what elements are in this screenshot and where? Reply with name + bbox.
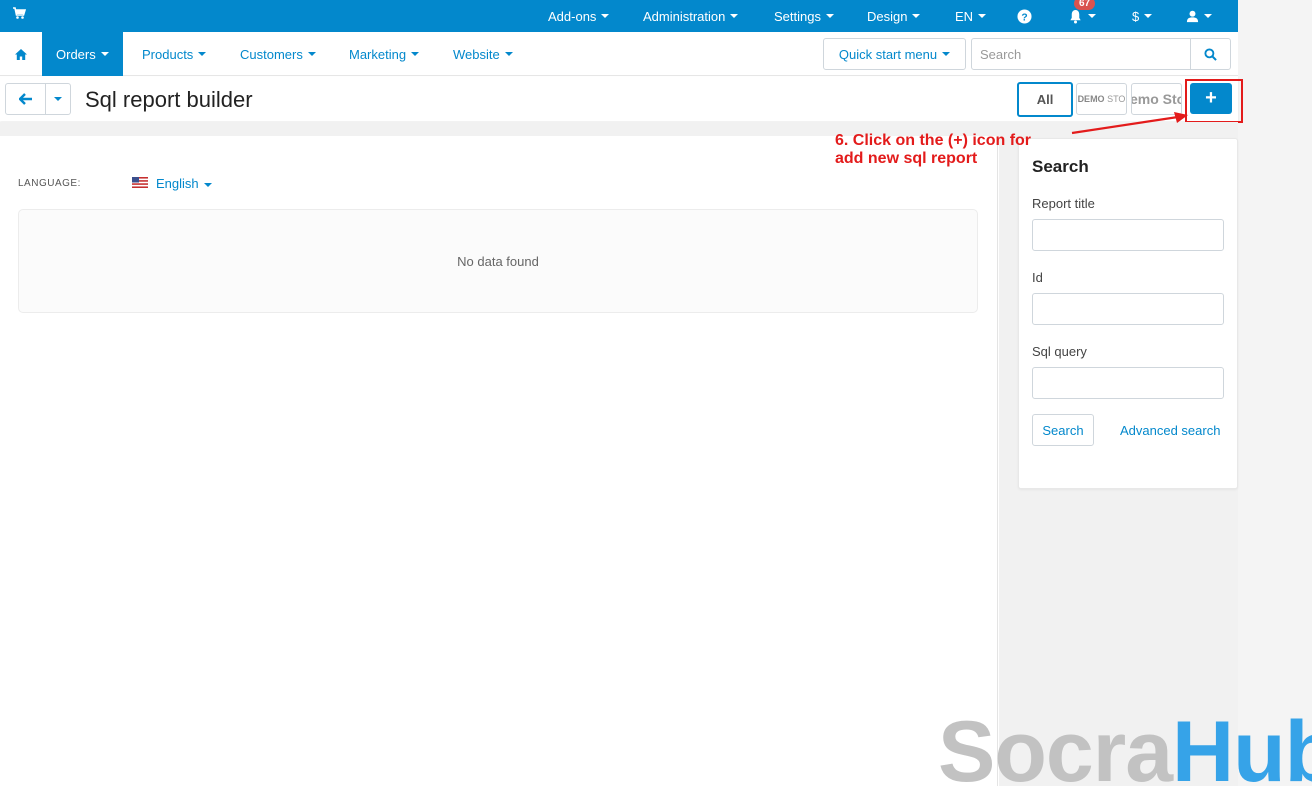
chevron-down-icon bbox=[601, 14, 610, 18]
watermark-part-1: Socra bbox=[938, 704, 1173, 786]
menu-administration[interactable]: Administration bbox=[643, 0, 739, 32]
sql-query-input[interactable] bbox=[1033, 368, 1223, 398]
store1-label-b: STO bbox=[1107, 94, 1126, 104]
us-flag-icon bbox=[132, 177, 148, 188]
no-data-text: No data found bbox=[457, 253, 539, 269]
currency-label: $ bbox=[1132, 8, 1140, 24]
language-label: LANGUAGE: bbox=[18, 178, 81, 189]
outer-background bbox=[1238, 0, 1312, 786]
help-icon: ? bbox=[1017, 8, 1032, 24]
chevron-down-icon bbox=[100, 52, 109, 56]
user-icon bbox=[1186, 10, 1199, 22]
store1-label-a: DEMO bbox=[1077, 94, 1105, 104]
socrahub-watermark: SocraHub bbox=[938, 703, 1312, 786]
nav-customers-label: Customers bbox=[240, 46, 303, 62]
menu-addons[interactable]: Add-ons bbox=[548, 0, 610, 32]
sidebar-search-button[interactable]: Search bbox=[1032, 414, 1094, 446]
chevron-down-icon bbox=[942, 52, 951, 56]
chevron-down-icon bbox=[54, 97, 62, 101]
chevron-down-icon bbox=[730, 14, 739, 18]
chevron-down-icon bbox=[411, 52, 420, 56]
report-title-field bbox=[1032, 219, 1224, 251]
quick-start-menu-button[interactable]: Quick start menu bbox=[823, 38, 966, 70]
search-button[interactable] bbox=[1190, 39, 1230, 69]
nav-orders-label: Orders bbox=[56, 46, 96, 62]
back-dropdown-button[interactable] bbox=[46, 84, 70, 114]
report-title-label: Report title bbox=[1032, 196, 1095, 211]
annotation-arrow-icon bbox=[1071, 112, 1188, 135]
help-button[interactable]: ? bbox=[1017, 0, 1032, 32]
page-title: Sql report builder bbox=[85, 87, 253, 112]
search-panel-title: Search bbox=[1032, 157, 1089, 176]
nav-customers[interactable]: Customers bbox=[240, 32, 316, 76]
nav-products-label: Products bbox=[142, 46, 194, 62]
menu-settings[interactable]: Settings bbox=[774, 0, 834, 32]
chevron-down-icon bbox=[198, 52, 207, 56]
chevron-down-icon bbox=[1088, 14, 1096, 18]
menu-addons-label: Add-ons bbox=[548, 8, 597, 24]
main-nav: Orders Products Customers Marketing Webs… bbox=[0, 32, 1238, 76]
id-label: Id bbox=[1032, 270, 1043, 285]
chevron-down-icon bbox=[203, 182, 212, 187]
chevron-down-icon bbox=[307, 52, 316, 56]
search-input[interactable] bbox=[972, 39, 1190, 69]
empty-state: No data found bbox=[18, 209, 978, 313]
sql-query-label: Sql query bbox=[1032, 344, 1087, 359]
chevron-down-icon bbox=[1204, 14, 1212, 18]
chevron-down-icon bbox=[912, 14, 921, 18]
user-menu[interactable] bbox=[1186, 0, 1212, 32]
id-input[interactable] bbox=[1033, 294, 1223, 324]
svg-text:?: ? bbox=[1021, 12, 1027, 23]
top-bar: Add-ons Administration Settings Design E… bbox=[0, 0, 1238, 32]
nav-marketing-label: Marketing bbox=[349, 46, 407, 62]
nav-website[interactable]: Website bbox=[453, 32, 513, 76]
nav-website-label: Website bbox=[453, 46, 500, 62]
app-root: Add-ons Administration Settings Design E… bbox=[0, 0, 1312, 786]
nav-orders[interactable]: Orders bbox=[42, 32, 123, 76]
global-search bbox=[971, 38, 1231, 70]
menu-administration-label: Administration bbox=[643, 8, 726, 24]
watermark-part-2: Hub bbox=[1172, 704, 1312, 786]
chevron-down-icon bbox=[1144, 14, 1153, 18]
quick-start-label: Quick start menu bbox=[838, 46, 938, 62]
language-value: English bbox=[156, 176, 199, 191]
home-icon bbox=[15, 48, 27, 60]
nav-products[interactable]: Products bbox=[142, 32, 207, 76]
language-selector[interactable]: English bbox=[156, 176, 212, 191]
home-button[interactable] bbox=[0, 32, 42, 76]
highlight-box bbox=[1185, 79, 1243, 123]
back-button-group bbox=[5, 83, 71, 115]
store-filter-all[interactable]: All bbox=[1017, 82, 1073, 117]
advanced-search-link[interactable]: Advanced search bbox=[1120, 423, 1220, 438]
search-icon bbox=[1204, 47, 1217, 61]
notification-badge: 67 bbox=[1074, 0, 1096, 10]
store2-label: emo Sto bbox=[1131, 91, 1182, 107]
report-title-input[interactable] bbox=[1033, 220, 1223, 250]
annotation-line-2: add new sql report bbox=[835, 150, 978, 167]
arrow-left-icon bbox=[18, 93, 32, 105]
menu-language[interactable]: EN bbox=[955, 0, 987, 32]
content-separator bbox=[0, 122, 1238, 136]
back-button[interactable] bbox=[6, 84, 46, 114]
annotation-line-1: 6. Click on the (+) icon for bbox=[835, 132, 1032, 149]
tutorial-annotation: 6. Click on the (+) icon for add new sql… bbox=[835, 132, 1031, 168]
chevron-down-icon bbox=[978, 14, 987, 18]
title-bar: Sql report builder All DEMO STO emo Sto … bbox=[0, 77, 1238, 121]
cart-icon[interactable] bbox=[12, 6, 26, 20]
currency-menu[interactable]: $ bbox=[1132, 0, 1153, 32]
sql-query-field bbox=[1032, 367, 1224, 399]
menu-settings-label: Settings bbox=[774, 8, 821, 24]
bell-icon bbox=[1070, 9, 1081, 23]
id-field bbox=[1032, 293, 1224, 325]
menu-design-label: Design bbox=[867, 8, 908, 24]
nav-marketing[interactable]: Marketing bbox=[349, 32, 420, 76]
menu-design[interactable]: Design bbox=[867, 0, 921, 32]
chevron-down-icon bbox=[825, 14, 834, 18]
chevron-down-icon bbox=[504, 52, 513, 56]
menu-language-label: EN bbox=[955, 8, 974, 24]
